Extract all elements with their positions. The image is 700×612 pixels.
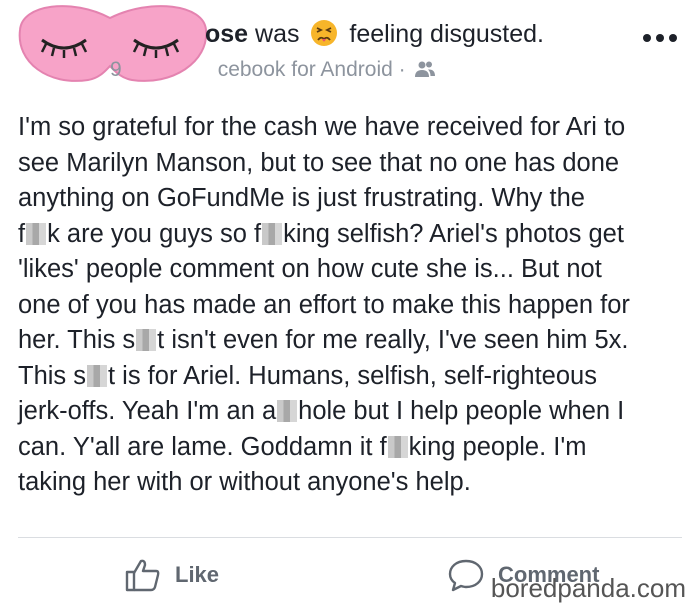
post-text-fragment: k are you guys so f [47,219,262,248]
meta-separator: · [398,58,406,81]
post-text-fragment: king selfish? Ariel's photos get [283,219,624,248]
post-text-fragment: t isn't even for me really, I've seen hi… [157,326,629,354]
comment-bubble-icon [448,559,484,592]
post-text-line: jerk-offs. Yeah I'm an a hole but I help … [18,394,688,430]
post-meta: 9 cebook for Android · [110,56,436,84]
post-text-line: This s t is for Ariel. Humans, selfish, s… [18,359,688,395]
post-text-line: one of you has made an effort to make th… [18,288,688,324]
censor-blur [387,435,408,458]
timestamp[interactable]: 9 [110,58,122,81]
post-text-fragment: taking her with or without anyone's help… [18,468,471,496]
feeling-line: ose was feeling disgusted. [205,18,544,50]
censor-blur [277,400,298,422]
post-text-fragment: I'm so grateful for the cash we have rec… [18,113,626,141]
post-text-fragment: hole but I help people when I [298,397,625,425]
post-text-line: 'likes' people comment on how cute she i… [18,252,688,288]
was-text: was [255,20,300,48]
post-text-fragment: king people. I'm [408,432,587,461]
post-text-line: can. Y'all are lame. Goddamn it f king pe… [18,430,688,466]
like-button[interactable]: Like [125,556,219,594]
divider [18,537,682,538]
censor-blur [26,222,47,245]
app-source: cebook for Android [217,58,393,81]
feeling-text: feeling disgusted. [349,20,545,48]
post-body: I'm so grateful for the cash we have rec… [18,110,688,501]
post-text-fragment: jerk-offs. Yeah I'm an a [18,397,277,425]
more-dots-icon[interactable] [640,28,680,48]
disgusted-face-icon [311,20,338,46]
post-text-line: taking her with or without anyone's help… [18,465,688,501]
friends-icon[interactable] [414,60,436,78]
post-text-line: f k are you guys so f king selfish? Ariel'… [18,217,688,253]
post-text-fragment: 'likes' people comment on how cute she i… [18,255,602,283]
watermark: boredpanda.com [490,573,686,603]
post-text-fragment: anything on GoFundMe is just frustrating… [18,184,585,212]
post-header: ose was feeling disgusted. 9 cebook for A… [0,0,700,100]
post-text-line: her. This s t isn't even for me really, I… [18,323,688,359]
post-text-line: anything on GoFundMe is just frustrating… [18,181,688,217]
post-text-fragment: f [18,219,26,248]
author-name[interactable]: ose [205,20,248,48]
thumbs-up-icon [125,559,160,592]
post-text-fragment: see Marilyn Manson, but to see that no o… [18,148,620,177]
censor-blur [136,329,157,351]
post-text-line: I'm so grateful for the cash we have rec… [18,110,688,146]
post-text-fragment: her. This s [18,326,136,354]
post-text-fragment: can. Y'all are lame. Goddamn it f [18,432,387,461]
post-text-fragment: one of you has made an effort to make th… [18,290,630,319]
censor-blur [87,364,108,387]
post-text-fragment: t is for Ariel. Humans, selfish, self-ri… [108,361,597,390]
post-text-line: see Marilyn Manson, but to see that no o… [18,146,688,182]
censor-blur [262,222,283,245]
post-text-fragment: This s [18,361,87,390]
like-label: Like [175,562,220,587]
